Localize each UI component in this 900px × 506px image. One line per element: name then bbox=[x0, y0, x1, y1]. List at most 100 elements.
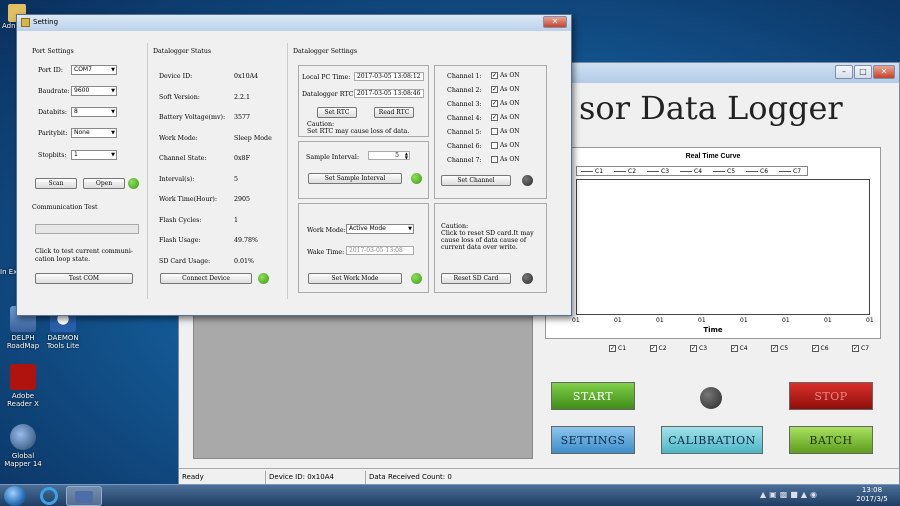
stopbits-label: Stopbits: bbox=[38, 152, 67, 159]
datalogger-settings-header: Datalogger Settings bbox=[293, 48, 358, 55]
channel-label: Channel 3: bbox=[447, 101, 482, 108]
connect-device-button[interactable]: Connect Device bbox=[160, 273, 252, 284]
taskbar-app-button[interactable] bbox=[66, 486, 102, 506]
port-id-select[interactable]: COM7 ▼ bbox=[71, 65, 117, 75]
work-mode-value: Active Mode bbox=[349, 225, 386, 232]
global-mapper-shortcut[interactable]: Global Mapper 14 bbox=[0, 424, 46, 468]
open-button[interactable]: Open bbox=[83, 178, 125, 189]
chevron-down-icon: ▼ bbox=[408, 226, 412, 232]
start-orb-icon[interactable] bbox=[4, 486, 26, 506]
curve-checkbox[interactable]: ✓ C3 bbox=[690, 345, 707, 352]
databits-select[interactable]: 8 ▼ bbox=[71, 107, 117, 117]
reset-sd-card-button[interactable]: Reset SD Card bbox=[441, 273, 511, 284]
port-status-led bbox=[128, 178, 139, 189]
batch-button[interactable]: BATCH bbox=[789, 426, 873, 454]
connect-status-led bbox=[258, 273, 269, 284]
status-bar: Ready Device ID: 0x10A4 Data Received Co… bbox=[179, 468, 899, 485]
rtc-caution-text: Set RTC may cause loss of data. bbox=[307, 128, 410, 135]
divider bbox=[147, 43, 148, 299]
dialog-close-button[interactable]: ✕ bbox=[543, 16, 567, 28]
adobe-reader-shortcut[interactable]: Adobe Reader X bbox=[0, 364, 46, 408]
as-on-label: As ON bbox=[500, 72, 520, 79]
datalogger-status-header: Datalogger Status bbox=[153, 48, 212, 55]
status-value: 2.2.1 bbox=[234, 93, 251, 101]
checked-icon: ✓ bbox=[811, 345, 819, 352]
status-value: 49.78% bbox=[234, 237, 259, 244]
desktop-icon-label: In Ex bbox=[0, 268, 18, 276]
sample-interval-label: Sample Interval: bbox=[306, 154, 360, 161]
status-key: Work Mode: bbox=[159, 134, 198, 142]
setting-dialog: Setting ✕ Port Settings Port ID: COM7 ▼ B… bbox=[16, 14, 572, 316]
paritybit-select[interactable]: None ▼ bbox=[71, 128, 117, 138]
set-work-mode-button[interactable]: Set Work Mode bbox=[308, 273, 402, 284]
checked-icon: ✓ bbox=[730, 345, 738, 352]
stopbits-value: 1 bbox=[74, 151, 78, 158]
stopbits-select[interactable]: 1 ▼ bbox=[71, 150, 117, 160]
test-com-button[interactable]: Test COM bbox=[35, 273, 133, 284]
status-key: Soft Version: bbox=[159, 93, 200, 101]
tray-icons[interactable]: ▲▣▩■▲◉ bbox=[760, 490, 830, 502]
baudrate-select[interactable]: 9600 ▼ bbox=[71, 86, 117, 96]
channel-as-on-checkbox[interactable]: ✓ As ON bbox=[491, 72, 520, 79]
scan-button[interactable]: Scan bbox=[35, 178, 77, 189]
stop-button[interactable]: STOP bbox=[789, 382, 873, 410]
calibration-button[interactable]: CALIBRATION bbox=[661, 426, 763, 454]
channel-label: Channel 5: bbox=[447, 129, 482, 136]
maximize-button[interactable]: □ bbox=[854, 65, 872, 79]
curve-checkbox[interactable]: ✓ C2 bbox=[649, 345, 667, 352]
datalogger-rtc-field: 2017-03-05 13:08:46 bbox=[354, 89, 424, 98]
chevron-down-icon: ▼ bbox=[111, 109, 115, 115]
paritybit-value: None bbox=[74, 129, 90, 136]
work-mode-select[interactable]: Active Mode ▼ bbox=[346, 224, 414, 234]
set-channel-button[interactable]: Set Channel bbox=[441, 175, 511, 186]
channel-as-on-checkbox[interactable]: ✓ As ON bbox=[491, 100, 520, 107]
chevron-down-icon: ▼ bbox=[111, 130, 115, 136]
read-rtc-button[interactable]: Read RTC bbox=[374, 107, 414, 118]
sd-status-led bbox=[522, 273, 533, 284]
curve-checkbox[interactable]: ✓ C7 bbox=[852, 345, 869, 352]
desktop-icon-label: Adobe Reader X bbox=[7, 392, 39, 408]
curve-checkbox[interactable]: ✓ C6 bbox=[811, 345, 829, 352]
minimize-button[interactable]: – bbox=[835, 65, 853, 79]
channel-label: Channel 2: bbox=[447, 87, 482, 94]
curve-checkbox[interactable]: ✓ C4 bbox=[730, 345, 748, 352]
channel-as-on-checkbox[interactable]: As ON bbox=[491, 142, 520, 149]
status-key: Flash Cycles: bbox=[159, 216, 202, 224]
global-mapper-icon bbox=[10, 424, 36, 450]
set-sample-interval-button[interactable]: Set Sample Interval bbox=[308, 173, 402, 184]
channel-as-on-checkbox[interactable]: ✓ As ON bbox=[491, 86, 520, 93]
sample-interval-spinner[interactable]: 5 ▲ ▼ bbox=[368, 151, 410, 160]
curve-checkbox-label: C6 bbox=[820, 345, 829, 352]
checked-icon: ✓ bbox=[609, 345, 616, 352]
channel-label: Channel 7: bbox=[447, 157, 482, 164]
spinner-arrows-icon[interactable]: ▲ ▼ bbox=[405, 152, 408, 160]
close-button[interactable]: ✕ bbox=[873, 65, 895, 79]
curve-checkbox[interactable]: ✓ C5 bbox=[771, 345, 788, 352]
sample-interval-value: 5 bbox=[395, 152, 399, 159]
dialog-title: Setting bbox=[33, 18, 59, 26]
checked-icon: ✓ bbox=[771, 345, 778, 352]
databits-value: 8 bbox=[74, 108, 78, 115]
status-value: 5 bbox=[234, 175, 239, 183]
divider bbox=[287, 43, 288, 299]
set-rtc-button[interactable]: Set RTC bbox=[317, 107, 357, 118]
clock[interactable]: 13:08 2017/3/5 bbox=[850, 486, 894, 504]
start-button[interactable]: START bbox=[551, 382, 635, 410]
wake-time-field[interactable]: 2017-03-05 13:08 bbox=[346, 246, 414, 255]
run-status-indicator bbox=[700, 387, 722, 409]
channel-as-on-checkbox[interactable]: As ON bbox=[491, 156, 520, 163]
channel-as-on-checkbox[interactable]: As ON bbox=[491, 128, 520, 135]
channel-as-on-checkbox[interactable]: ✓ As ON bbox=[491, 114, 520, 121]
settings-button[interactable]: SETTINGS bbox=[551, 426, 635, 454]
channel-label: Channel 6: bbox=[447, 143, 482, 150]
curve-checkbox[interactable]: ✓ C1 bbox=[609, 345, 626, 352]
paritybit-label: Paritybit: bbox=[38, 130, 68, 137]
x-tick-label: 01 bbox=[614, 317, 622, 324]
baudrate-value: 9600 bbox=[74, 87, 90, 94]
checked-icon: ✓ bbox=[852, 345, 859, 352]
x-tick-label: 01 bbox=[824, 317, 832, 324]
status-value: 2905 bbox=[234, 196, 251, 203]
status-ready: Ready bbox=[182, 473, 204, 481]
internet-explorer-icon[interactable] bbox=[40, 487, 58, 505]
interval-status-led bbox=[411, 173, 422, 184]
